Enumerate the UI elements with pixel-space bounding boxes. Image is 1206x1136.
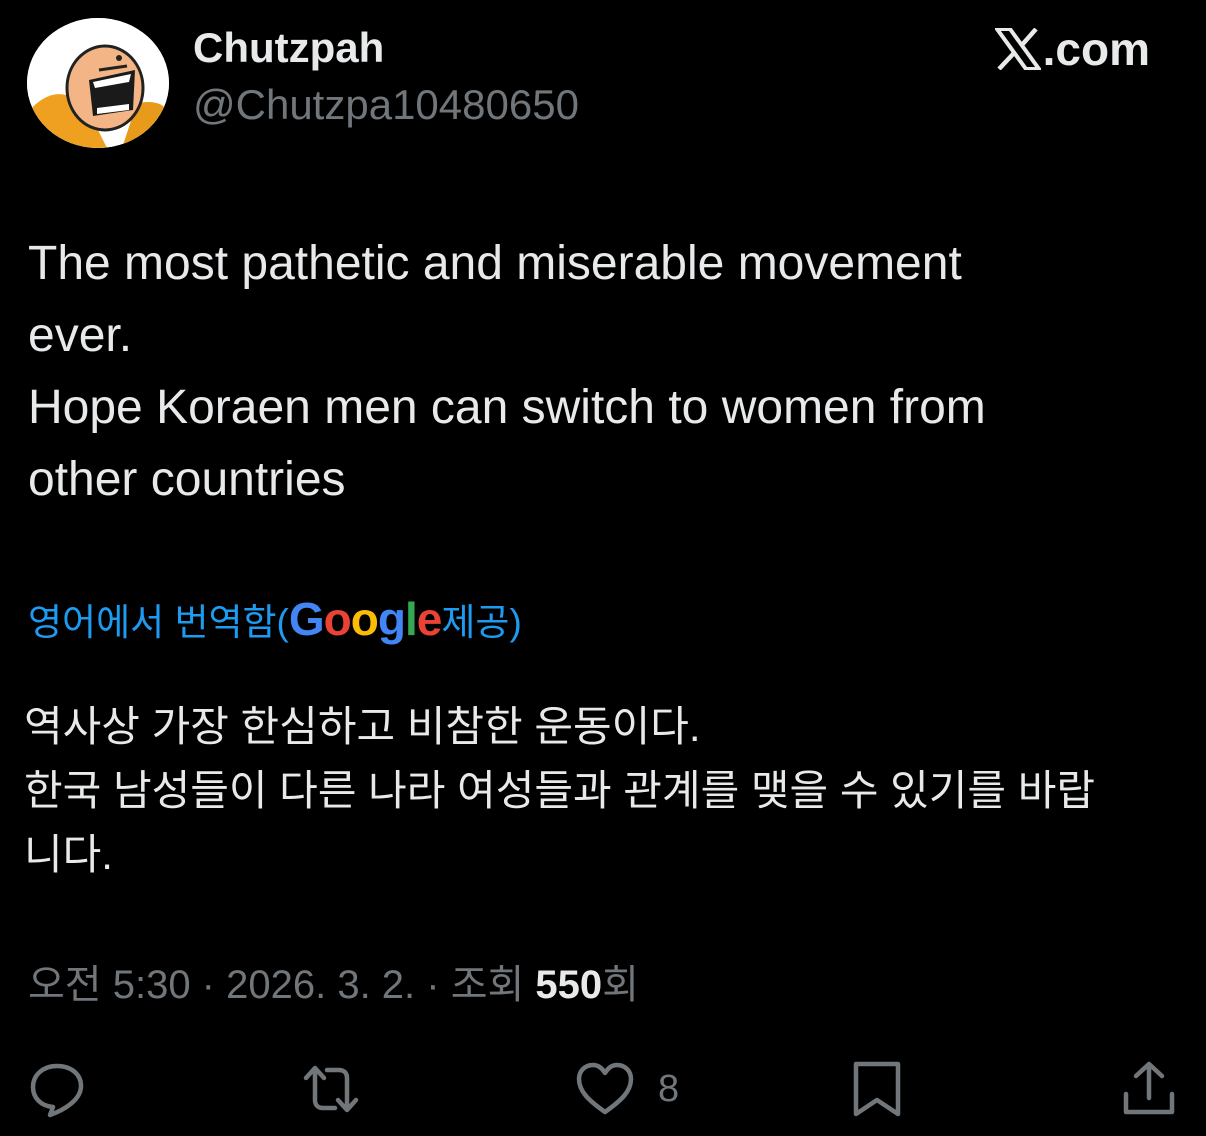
display-name[interactable]: Chutzpah	[193, 23, 384, 73]
tweet-meta: 오전 5:30 · 2026. 3. 2. · 조회 550회	[28, 959, 639, 1011]
tweet-line: other countries	[28, 453, 346, 506]
reply-button[interactable]	[28, 1060, 86, 1118]
avatar[interactable]	[27, 18, 169, 148]
tweet-line: ever.	[28, 309, 133, 362]
like-button[interactable]: 8	[576, 1060, 679, 1118]
reply-icon	[30, 1063, 84, 1118]
google-letter: o	[323, 593, 352, 645]
translated-text: 역사상 가장 한심하고 비참한 운동이다. 한국 남성들이 다른 나라 여성들과…	[24, 695, 1184, 887]
user-handle[interactable]: @Chutzpa10480650	[193, 80, 579, 130]
cartoon-face-avatar-icon	[27, 18, 169, 148]
brand-domain: .com	[1042, 23, 1150, 75]
x-logo-icon	[994, 28, 1041, 70]
google-letter: g	[377, 593, 406, 645]
view-count: 550	[535, 963, 603, 1007]
translated-line: 역사상 가장 한심하고 비참한 운동이다.	[24, 703, 701, 750]
share-button[interactable]	[1120, 1060, 1178, 1118]
translation-label[interactable]: 영어에서 번역함( Google 제공)	[28, 594, 522, 648]
google-logo: Google	[288, 593, 443, 645]
retweet-button[interactable]	[302, 1060, 360, 1118]
brand-logo: .com	[994, 23, 1150, 75]
action-bar: 8	[0, 1060, 1206, 1124]
bookmark-button[interactable]	[848, 1060, 906, 1118]
tweet-line: The most pathetic and miserable movement	[28, 237, 962, 290]
translation-label-prefix: 영어에서 번역함(	[28, 602, 289, 643]
retweet-icon	[303, 1065, 359, 1113]
google-letter: e	[416, 593, 443, 645]
translated-line: 한국 남성들이 다른 나라 여성들과 관계를 맺을 수 있기를 바랍	[24, 767, 1096, 814]
heart-icon	[576, 1062, 634, 1115]
timestamp[interactable]: 오전 5:30 · 2026. 3. 2. · 조회	[28, 963, 535, 1007]
tweet-line: Hope Koraen men can switch to women from	[28, 381, 986, 434]
bookmark-icon	[853, 1061, 901, 1117]
tweet-text: The most pathetic and miserable movement…	[28, 228, 1178, 516]
google-letter: o	[350, 593, 379, 645]
google-letter: G	[288, 593, 325, 645]
share-icon	[1123, 1061, 1175, 1115]
translation-label-suffix: 제공)	[441, 602, 522, 643]
translated-line: 니다.	[24, 831, 113, 878]
google-letter: l	[405, 593, 418, 645]
view-suffix: 회	[602, 963, 639, 1007]
like-count: 8	[658, 1067, 680, 1110]
